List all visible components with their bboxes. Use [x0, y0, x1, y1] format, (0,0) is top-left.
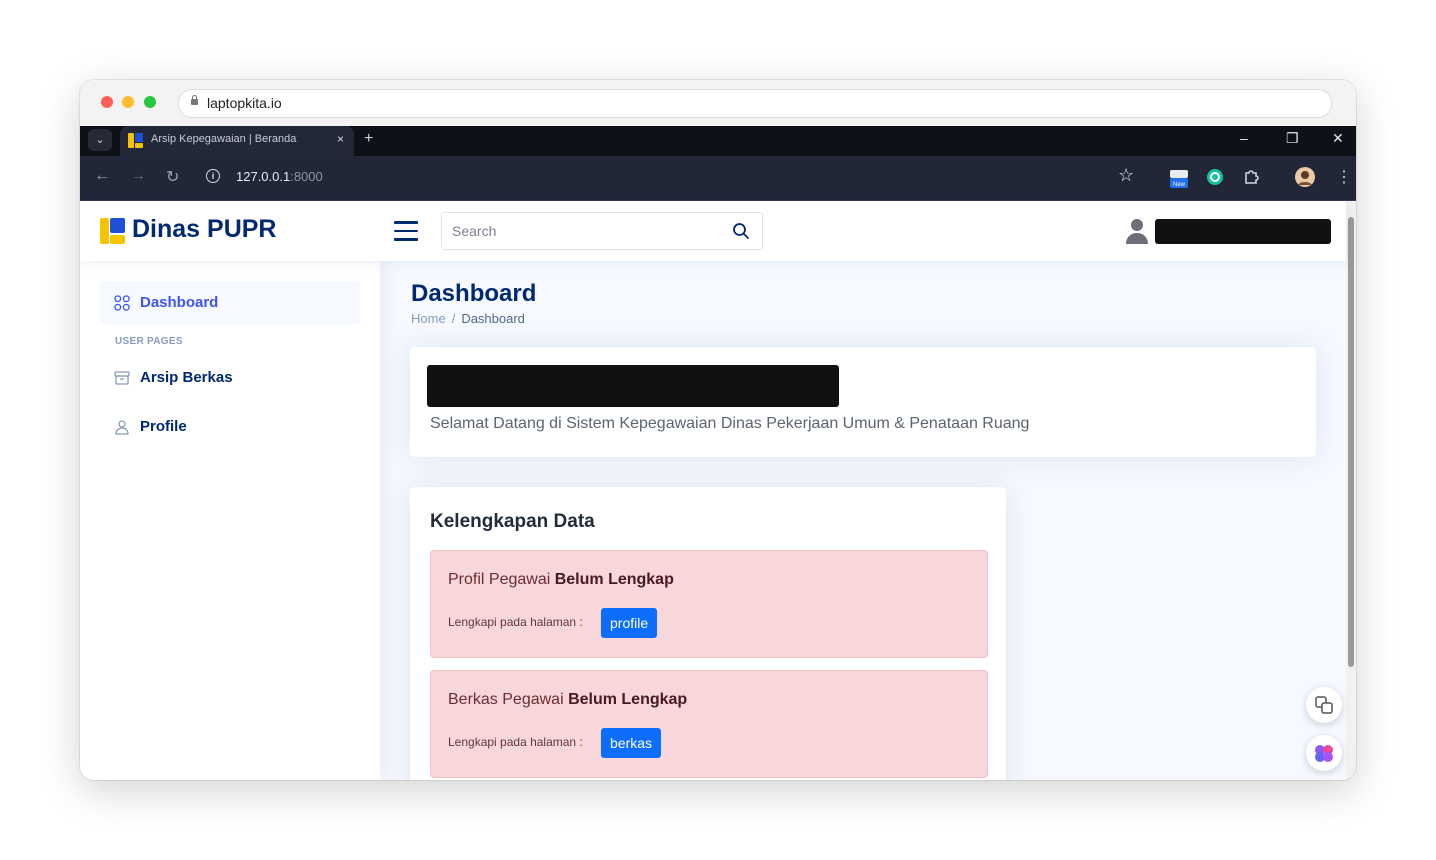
svg-text:New: New: [1173, 182, 1186, 188]
alert-prefix: Berkas Pegawai: [448, 691, 569, 708]
window-restore-button[interactable]: ❐: [1286, 130, 1299, 147]
breadcrumb-current: Dashboard: [461, 311, 525, 326]
bookmark-star-icon[interactable]: ☆: [1118, 165, 1134, 186]
search-bar: [441, 212, 763, 250]
extensions-puzzle-icon[interactable]: [1242, 168, 1260, 186]
alert-prefix: Profil Pegawai: [448, 571, 555, 588]
forward-button[interactable]: →: [130, 167, 146, 185]
close-tab-icon[interactable]: ×: [337, 132, 344, 146]
sidebar-item-label: Arsip Berkas: [140, 369, 233, 386]
brand-name[interactable]: Dinas PUPR: [132, 215, 276, 244]
tab-search-button[interactable]: ⌄: [88, 129, 112, 151]
page-scrollbar[interactable]: [1346, 201, 1356, 780]
alert-hint: Lengkapi pada halaman :: [448, 735, 583, 749]
alert-hint: Lengkapi pada halaman :: [448, 615, 583, 629]
breadcrumb-home-link[interactable]: Home: [411, 311, 446, 326]
sidebar-item-label: Dashboard: [140, 294, 219, 311]
welcome-message: Selamat Datang di Sistem Kepegawaian Din…: [430, 415, 1030, 432]
back-button[interactable]: ←: [94, 167, 110, 185]
sidebar-item-label: Profile: [140, 418, 187, 435]
profile-button[interactable]: profile: [601, 608, 658, 638]
alert-heading: Berkas Pegawai Belum Lengkap: [448, 691, 687, 709]
tab-strip: ⌄ Arsip Kepegawaian | Beranda × + – ❐ ✕: [80, 126, 1356, 156]
grid-icon: [114, 295, 130, 311]
grammarly-extension-icon[interactable]: [1206, 168, 1224, 186]
sidebar-item-dashboard[interactable]: Dashboard: [100, 281, 360, 325]
translate-float-button[interactable]: [1306, 687, 1342, 723]
new-tab-button[interactable]: +: [364, 130, 373, 148]
window-minimize-button[interactable]: –: [1240, 130, 1248, 146]
browser-menu-icon[interactable]: ⋮: [1336, 167, 1352, 187]
mac-address-text: laptopkita.io: [207, 95, 282, 111]
person-icon: [114, 419, 130, 435]
kelengkapan-title: Kelengkapan Data: [430, 511, 595, 532]
breadcrumb: Home / Dashboard: [411, 311, 525, 326]
close-window-dot[interactable]: [101, 96, 113, 108]
extension-new-icon[interactable]: New: [1168, 168, 1188, 188]
berkas-alert: Berkas Pegawai Belum Lengkap Lengkapi pa…: [430, 670, 988, 778]
sidebar: Dashboard USER PAGES Arsip Berkas Profil…: [80, 261, 380, 780]
tab-title: Arsip Kepegawaian | Beranda: [151, 133, 297, 145]
search-icon[interactable]: [732, 222, 750, 240]
redacted-welcome-title: [427, 365, 839, 407]
browser-tab[interactable]: Arsip Kepegawaian | Beranda ×: [120, 126, 354, 156]
window-close-button[interactable]: ✕: [1332, 130, 1344, 147]
alert-heading: Profil Pegawai Belum Lengkap: [448, 571, 674, 589]
profil-alert: Profil Pegawai Belum Lengkap Lengkapi pa…: [430, 550, 988, 658]
main-content: Dashboard Home / Dashboard Selamat Datang …: [380, 261, 1346, 780]
brain-icon: [1315, 745, 1333, 762]
mac-title-bar: laptopkita.io: [80, 80, 1356, 127]
sidebar-item-profile[interactable]: Profile: [100, 405, 360, 449]
minimize-window-dot[interactable]: [122, 96, 134, 108]
url-host: 127.0.0.1: [236, 169, 291, 184]
scrollbar-thumb[interactable]: [1348, 217, 1354, 667]
alert-status: Belum Lengkap: [554, 571, 674, 588]
pupr-favicon-icon: [128, 133, 143, 148]
omnibox[interactable]: i 127.0.0.1:8000: [202, 164, 392, 190]
mac-address-bar[interactable]: laptopkita.io: [178, 89, 1332, 118]
translate-icon: [1315, 696, 1333, 714]
user-icon[interactable]: [1124, 217, 1150, 245]
welcome-card: Selamat Datang di Sistem Kepegawaian Din…: [410, 347, 1316, 457]
reload-button[interactable]: ↻: [166, 167, 179, 187]
search-input[interactable]: [450, 221, 724, 241]
lock-icon: [191, 95, 198, 105]
archive-icon: [114, 370, 130, 386]
maximize-window-dot[interactable]: [144, 96, 156, 108]
pupr-logo-icon: [100, 218, 126, 244]
breadcrumb-separator: /: [451, 311, 456, 326]
alert-status: Belum Lengkap: [568, 691, 688, 708]
omnibox-url: 127.0.0.1:8000: [236, 169, 323, 184]
page-title: Dashboard: [411, 280, 537, 307]
redacted-user-name[interactable]: [1155, 219, 1331, 244]
berkas-button[interactable]: berkas: [601, 728, 662, 758]
url-port: :8000: [290, 169, 323, 184]
site-info-icon[interactable]: i: [206, 169, 220, 183]
sidebar-heading: USER PAGES: [115, 336, 183, 347]
ai-brain-float-button[interactable]: [1306, 735, 1342, 771]
browser-window: laptopkita.io ⌄ Arsip Kepegawaian | Bera…: [80, 80, 1356, 780]
sidebar-toggle-icon[interactable]: [394, 221, 418, 241]
sidebar-item-arsip-berkas[interactable]: Arsip Berkas: [100, 356, 360, 400]
app-header: Dinas PUPR: [80, 201, 1346, 261]
kelengkapan-card: Kelengkapan Data Profil Pegawai Belum Le…: [410, 487, 1006, 780]
browser-toolbar: ← → ↻ i 127.0.0.1:8000 ☆ New ⋮: [80, 156, 1356, 202]
profile-avatar-icon[interactable]: [1294, 166, 1316, 188]
